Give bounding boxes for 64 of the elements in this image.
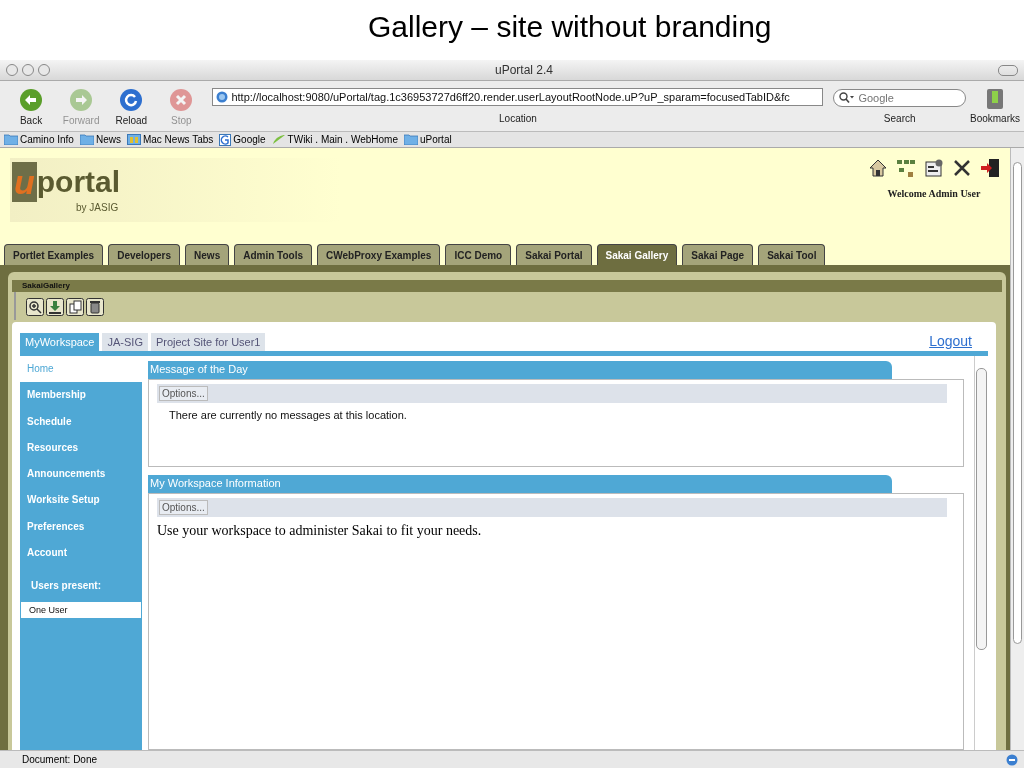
trash-icon[interactable]	[86, 298, 104, 316]
present-user: One User	[20, 601, 142, 620]
portal-tab[interactable]: Portlet Examples	[4, 244, 104, 265]
bookmark-link[interactable]: TWiki . Main . WebHome	[271, 134, 398, 145]
portal-tab[interactable]: Sakai Gallery	[596, 244, 678, 265]
close-icon[interactable]	[6, 64, 18, 76]
options-button[interactable]: Options...	[159, 386, 208, 401]
portal-tab[interactable]: CWebProxy Examples	[317, 244, 441, 265]
settings-icon[interactable]	[924, 158, 944, 178]
welcome-text: Welcome Admin User	[887, 188, 981, 199]
portal-tab[interactable]: Admin Tools	[234, 244, 312, 265]
bookmark-link[interactable]: News	[79, 134, 121, 145]
logout-link[interactable]: Logout	[929, 333, 972, 351]
x-icon	[169, 88, 194, 112]
zoom-in-icon[interactable]	[26, 298, 44, 316]
reload-icon	[119, 88, 144, 112]
portlet-message: Use your workspace to administer Sakai to fit your needs.	[157, 522, 483, 539]
globe-icon	[216, 91, 229, 103]
home-icon[interactable]	[868, 158, 888, 178]
channel-title: SakaiGallery	[12, 280, 1002, 292]
users-present-label: Users present:	[30, 579, 103, 594]
bookmarks-book-icon	[986, 88, 1004, 110]
slide-title: Gallery – site without branding	[367, 9, 773, 45]
documents-icon[interactable]	[66, 298, 84, 316]
folder-icon	[404, 134, 418, 145]
portal-tab[interactable]: News	[185, 244, 230, 265]
bookmark-link[interactable]: uPortal	[404, 134, 452, 145]
portlet-message: There are currently no messages at this location.	[168, 408, 408, 421]
options-button[interactable]: Options...	[159, 500, 208, 515]
bookmark-link[interactable]: Mac News Tabs	[126, 134, 214, 145]
status-text: Document: Done	[22, 754, 98, 765]
reload-button[interactable]: Reload	[108, 88, 155, 126]
location-label: Location	[499, 113, 537, 124]
search-label: Search	[883, 113, 916, 124]
tab-group-icon	[126, 134, 141, 145]
back-button[interactable]: Back	[8, 88, 55, 126]
sitemap-icon[interactable]	[896, 158, 916, 178]
toolbar-toggle-icon[interactable]	[998, 64, 1018, 76]
minimize-icon[interactable]	[22, 64, 34, 76]
portal-tab[interactable]: Developers	[108, 244, 181, 265]
site-tab[interactable]: Project Site for User1	[150, 333, 266, 351]
location-field[interactable]: http://localhost:9080/uPortal/tag.1c36953727d6ff20.render.userLayoutRootNode.uP?uP_sparam=focusedTabID&fc	[212, 88, 824, 106]
bookmarks-button[interactable]: Bookmarks	[970, 88, 1020, 124]
leaf-icon	[271, 134, 286, 145]
bookmark-link[interactable]: Google	[219, 133, 266, 146]
folder-icon	[4, 134, 18, 145]
scrollbar[interactable]	[1010, 148, 1024, 750]
search-icon	[839, 92, 856, 103]
search-field[interactable]: Google	[833, 89, 966, 107]
scrollbar[interactable]	[974, 356, 988, 750]
bookmark-link[interactable]: Camino Info	[4, 134, 74, 145]
logout-icon[interactable]	[980, 158, 1000, 178]
portal-tab[interactable]: Sakai Tool	[758, 244, 826, 265]
download-icon[interactable]	[46, 298, 64, 316]
portlet-title-bar: Message of the Day	[148, 361, 892, 379]
site-tab[interactable]: JA-SIG	[102, 333, 148, 351]
folder-icon	[79, 134, 94, 145]
portal-tab[interactable]: Sakai Portal	[516, 244, 592, 265]
g-letter-icon	[219, 133, 232, 146]
window-title: uPortal 2.4	[493, 63, 554, 77]
portlet-title-bar: My Workspace Information	[148, 475, 892, 493]
portal-tab[interactable]: Sakai Page	[682, 244, 754, 265]
portal-tab[interactable]: ICC Demo	[445, 244, 512, 265]
zoom-icon[interactable]	[38, 64, 50, 76]
